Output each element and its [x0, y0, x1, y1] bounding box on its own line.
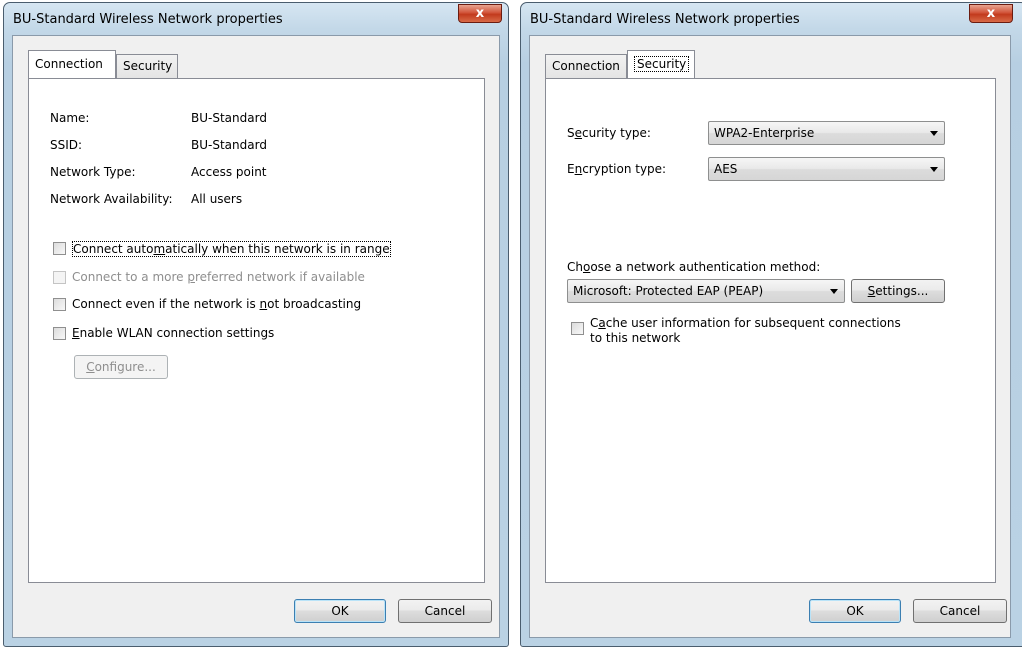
connection-properties-window: BU-Standard Wireless Network properties … [3, 2, 509, 647]
security-tab-panel: Security type: WPA2-Enterprise Encryptio… [545, 78, 996, 583]
tab-connection[interactable]: Connection [28, 50, 116, 78]
title-bar[interactable]: BU-Standard Wireless Network properties … [4, 3, 508, 35]
label-part: ot broadcasting [267, 297, 362, 311]
checkbox-box[interactable] [53, 242, 66, 255]
cancel-button[interactable]: Cancel [913, 599, 1007, 623]
chevron-down-icon [930, 167, 938, 172]
checkbox-box[interactable] [53, 327, 66, 340]
title-bar[interactable]: BU-Standard Wireless Network properties … [521, 3, 1022, 35]
connect-not-broadcasting-label: Connect even if the network is not broad… [72, 297, 361, 311]
connect-preferred-network-checkbox: Connect to a more preferred network if a… [53, 270, 403, 286]
tab-security[interactable]: Security [627, 50, 695, 78]
label-part: referred network if available [194, 270, 365, 284]
chevron-down-icon [830, 289, 838, 294]
label-part: cryption type: [582, 162, 667, 176]
chevron-down-icon [930, 131, 938, 136]
label-part: to this network [590, 331, 681, 345]
auth-method-select[interactable]: Microsoft: Protected EAP (PEAP) [567, 279, 845, 303]
security-properties-window: BU-Standard Wireless Network properties … [520, 2, 1022, 647]
label-part: ose a network authentication method: [590, 260, 821, 274]
window-title: BU-Standard Wireless Network properties [530, 12, 800, 27]
label-part: nable WLAN connection settings [79, 326, 275, 340]
configure-button: Configure... [74, 355, 168, 379]
label-part: onfigure... [94, 360, 156, 374]
settings-button[interactable]: Settings... [851, 279, 945, 303]
access-key: p [187, 270, 195, 284]
connection-tab-panel: Name: BU-Standard SSID: BU-Standard Netw… [28, 78, 485, 583]
access-key: E [72, 326, 80, 340]
ok-button[interactable]: OK [294, 599, 386, 623]
security-type-value: WPA2-Enterprise [714, 126, 815, 140]
enable-wlan-settings-label: Enable WLAN connection settings [72, 326, 274, 340]
auth-method-value: Microsoft: Protected EAP (PEAP) [573, 284, 764, 298]
label-part: che user information for subsequent conn… [605, 316, 901, 330]
encryption-type-value: AES [714, 162, 738, 176]
ok-button[interactable]: OK [809, 599, 901, 623]
label-part: atically when this network is in range [165, 242, 390, 256]
cancel-button[interactable]: Cancel [398, 599, 492, 623]
network-type-value: Access point [191, 165, 267, 179]
security-type-label: Security type: [567, 126, 651, 140]
ssid-label: SSID: [50, 138, 83, 152]
access-key: C [86, 360, 95, 374]
access-key: a [598, 316, 606, 330]
auth-method-label: Choose a network authentication method: [567, 260, 820, 274]
checkbox-box[interactable] [571, 322, 584, 335]
tab-connection-label: Connection [35, 57, 103, 71]
tab-connection-label: Connection [552, 59, 620, 73]
tab-connection[interactable]: Connection [545, 54, 627, 78]
label-part: Connect to a more [72, 270, 188, 284]
label-part: Connect even if the network is [72, 297, 260, 311]
close-icon: x [986, 6, 996, 21]
connect-not-broadcasting-checkbox[interactable]: Connect even if the network is not broad… [53, 297, 403, 313]
encryption-type-label: Encryption type: [567, 162, 666, 176]
network-availability-label: Network Availability: [50, 192, 173, 206]
close-icon: x [475, 6, 485, 21]
access-key: e [574, 126, 583, 140]
checkbox-box [53, 271, 66, 284]
access-key: m [153, 242, 166, 256]
close-button[interactable]: x [969, 4, 1013, 23]
ssid-value: BU-Standard [191, 138, 267, 152]
checkbox-box[interactable] [53, 298, 66, 311]
label-part: S [567, 126, 575, 140]
encryption-type-select[interactable]: AES [708, 157, 945, 181]
enable-wlan-settings-checkbox[interactable]: Enable WLAN connection settings [53, 326, 403, 342]
network-type-label: Network Type: [50, 165, 136, 179]
label-part: Ch [567, 260, 583, 274]
tab-security-label: Security [123, 59, 173, 73]
connect-automatically-checkbox[interactable]: Connect automatically when this network … [53, 241, 403, 257]
label-part: curity type: [582, 126, 651, 140]
label-part: E [567, 162, 575, 176]
network-availability-value: All users [191, 192, 243, 206]
name-value: BU-Standard [191, 111, 267, 125]
dialog-client-area: Connection Security Security type: WPA2-… [529, 35, 1011, 638]
tab-security[interactable]: Security [116, 54, 178, 78]
label-part: Connect auto [73, 242, 154, 256]
security-type-select[interactable]: WPA2-Enterprise [708, 121, 945, 145]
window-title: BU-Standard Wireless Network properties [13, 12, 283, 27]
connect-preferred-network-label: Connect to a more preferred network if a… [72, 270, 365, 284]
tab-security-label: Security [634, 56, 690, 72]
access-key: n [259, 297, 268, 311]
connect-automatically-label: Connect automatically when this network … [72, 241, 391, 257]
label-part: ettings... [875, 284, 929, 298]
name-label: Name: [50, 111, 90, 125]
close-button[interactable]: x [458, 4, 502, 23]
cache-user-info-checkbox[interactable]: Cache user information for subsequent co… [571, 316, 931, 348]
dialog-client-area: Connection Security Name: BU-Standard SS… [12, 35, 500, 638]
cache-user-info-label: Cache user information for subsequent co… [590, 316, 901, 346]
